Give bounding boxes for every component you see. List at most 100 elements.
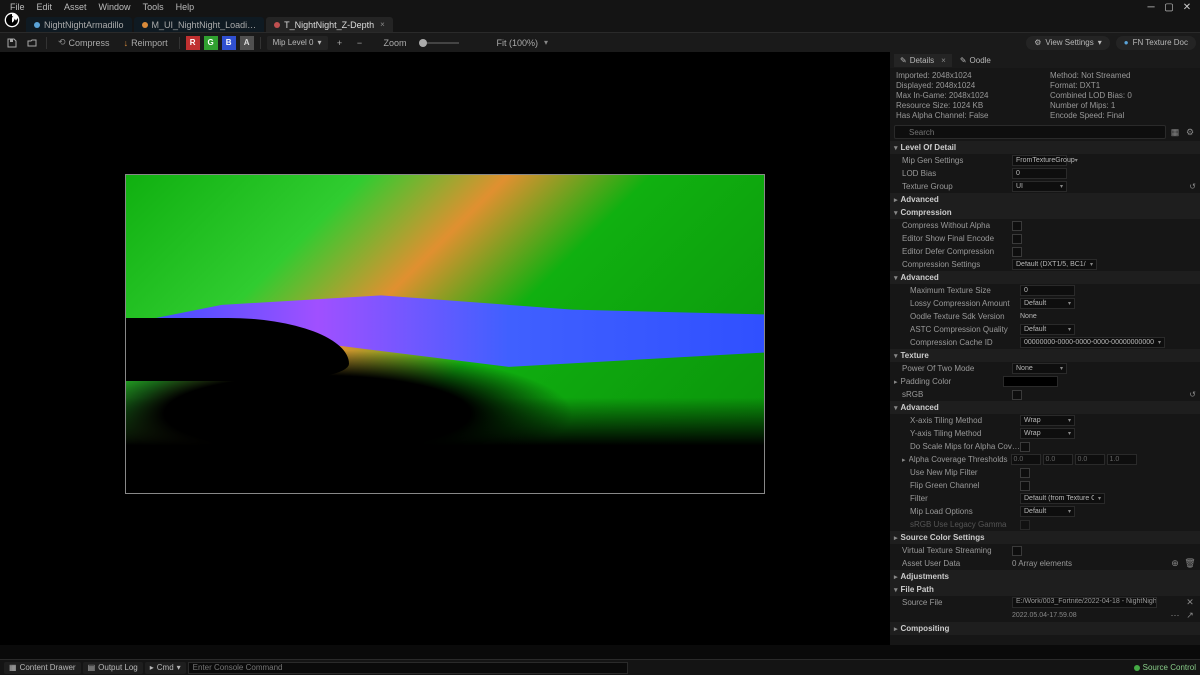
reset-icon[interactable]: ↺ <box>1189 182 1196 191</box>
cwa-checkbox[interactable] <box>1012 221 1022 231</box>
flipgreen-checkbox[interactable] <box>1020 481 1030 491</box>
userdata-count: 0 Array elements <box>1012 559 1072 568</box>
texture-viewport[interactable] <box>0 52 890 645</box>
vts-checkbox[interactable] <box>1012 546 1022 556</box>
chevron-down-icon[interactable]: ▾ <box>544 38 548 47</box>
close-button[interactable]: ✕ <box>1180 1 1194 13</box>
prop-label: Flip Green Channel <box>910 481 1020 490</box>
padding-color-picker[interactable] <box>1003 376 1058 387</box>
category-compositing[interactable]: ▸Compositing <box>890 622 1200 635</box>
category-advanced[interactable]: ▸Advanced <box>890 193 1200 206</box>
channel-b-toggle[interactable]: B <box>222 36 236 50</box>
filter-dropdown[interactable]: Default (from Texture Group)▾ <box>1020 493 1105 504</box>
console-input[interactable] <box>188 662 628 674</box>
menu-help[interactable]: Help <box>172 2 199 12</box>
stat-resource: Resource Size: 1024 KB <box>896 101 1040 110</box>
clear-icon[interactable]: ✕ <box>1184 597 1196 609</box>
tab-oodle[interactable]: ✎Oodle <box>954 54 997 67</box>
category-filepath[interactable]: ▾File Path <box>890 583 1200 596</box>
browse-icon[interactable]: ⋯ <box>1169 610 1181 622</box>
source-control-button[interactable]: Source Control <box>1134 663 1196 672</box>
tab-label: T_NightNight_Z-Depth <box>284 20 374 30</box>
category-texture[interactable]: ▾Texture <box>890 349 1200 362</box>
mipgen-dropdown[interactable]: FromTextureGroup▾ <box>1012 155 1067 166</box>
close-icon[interactable]: × <box>380 20 385 29</box>
cmd-dropdown[interactable]: ▸Cmd▾ <box>145 662 186 674</box>
tab-material[interactable]: M_UI_NightNight_Loadi… <box>134 17 265 32</box>
alphacov-0[interactable]: 0.0 <box>1011 454 1041 465</box>
menu-asset[interactable]: Asset <box>60 2 91 12</box>
reimport-button[interactable]: ↓Reimport <box>119 36 173 50</box>
prop-label: Compression Settings <box>902 260 1012 269</box>
browse-button[interactable] <box>24 36 40 50</box>
maxtex-input[interactable] <box>1020 285 1075 296</box>
tab-details[interactable]: ✎Details× <box>894 54 952 67</box>
category-advanced[interactable]: ▾Advanced <box>890 271 1200 284</box>
srgb-checkbox[interactable] <box>1012 390 1022 400</box>
stat-displayed: Displayed: 2048x1024 <box>896 81 1040 90</box>
astc-dropdown[interactable]: Default▾ <box>1020 324 1075 335</box>
prop-label: Editor Defer Compression <box>902 247 1012 256</box>
zoom-slider[interactable] <box>419 42 459 44</box>
view-settings-dropdown[interactable]: ⚙View Settings▾ <box>1026 36 1110 50</box>
tab-level[interactable]: NightNightArmadillo <box>26 17 132 32</box>
add-icon[interactable]: ⊕ <box>1169 558 1181 570</box>
alphacov-3[interactable]: 1.0 <box>1107 454 1137 465</box>
menu-window[interactable]: Window <box>95 2 135 12</box>
xtiling-dropdown[interactable]: Wrap▾ <box>1020 415 1075 426</box>
reset-icon[interactable]: ↺ <box>1189 390 1196 399</box>
close-icon[interactable]: × <box>941 56 946 65</box>
prop-label: Compress Without Alpha <box>902 221 1012 230</box>
mip-plus-button[interactable]: + <box>332 36 348 50</box>
texgroup-dropdown[interactable]: UI▾ <box>1012 181 1067 192</box>
alphacov-2[interactable]: 0.0 <box>1075 454 1105 465</box>
csettings-dropdown[interactable]: Default (DXT1/5, BC1/3 on DX11)▾ <box>1012 259 1097 270</box>
compress-button[interactable]: ⟲Compress <box>53 36 115 50</box>
prop-label: Y-axis Tiling Method <box>910 429 1020 438</box>
category-compression[interactable]: ▾Compression <box>890 206 1200 219</box>
globe-icon: ● <box>1124 38 1129 47</box>
menu-edit[interactable]: Edit <box>33 2 57 12</box>
texture-doc-link[interactable]: ●FN Texture Doc <box>1116 36 1196 50</box>
miploadopt-dropdown[interactable]: Default▾ <box>1020 506 1075 517</box>
edc-checkbox[interactable] <box>1012 247 1022 257</box>
maximize-button[interactable]: ▢ <box>1162 1 1176 13</box>
mip-minus-button[interactable]: − <box>352 36 368 50</box>
prop-label: Asset User Data <box>902 559 1012 568</box>
mip-level-dropdown[interactable]: Mip Level 0▾ <box>267 36 328 50</box>
legacy-checkbox[interactable] <box>1020 520 1030 530</box>
menu-file[interactable]: File <box>6 2 29 12</box>
category-lod[interactable]: ▾Level Of Detail <box>890 141 1200 154</box>
pencil-icon: ✎ <box>960 56 967 65</box>
minimize-button[interactable]: ─ <box>1144 1 1158 13</box>
po2-dropdown[interactable]: None▾ <box>1012 363 1067 374</box>
lodbias-input[interactable] <box>1012 168 1067 179</box>
status-dot-icon <box>1134 665 1140 671</box>
search-input[interactable] <box>894 125 1166 139</box>
prop-label: Use New Mip Filter <box>910 468 1020 477</box>
filter-icon[interactable]: ▦ <box>1169 126 1181 138</box>
save-button[interactable] <box>4 36 20 50</box>
cacheid-field[interactable]: 00000000-0000-0000-0000-000000000000▾ <box>1020 337 1165 348</box>
doscale-checkbox[interactable] <box>1020 442 1030 452</box>
menu-tools[interactable]: Tools <box>139 2 168 12</box>
output-log-button[interactable]: ▤Output Log <box>83 662 143 674</box>
category-advanced[interactable]: ▾Advanced <box>890 401 1200 414</box>
content-drawer-button[interactable]: ▦Content Drawer <box>4 662 81 674</box>
channel-g-toggle[interactable]: G <box>204 36 218 50</box>
category-srccolor[interactable]: ▸Source Color Settings <box>890 531 1200 544</box>
tab-texture[interactable]: T_NightNight_Z-Depth × <box>266 17 393 32</box>
prop-label: Virtual Texture Streaming <box>902 546 1012 555</box>
lossy-dropdown[interactable]: Default▾ <box>1020 298 1075 309</box>
open-icon[interactable]: ↗ <box>1184 610 1196 622</box>
trash-icon[interactable]: 🗑 <box>1184 558 1196 570</box>
gear-icon[interactable]: ⚙ <box>1184 126 1196 138</box>
channel-r-toggle[interactable]: R <box>186 36 200 50</box>
newmip-checkbox[interactable] <box>1020 468 1030 478</box>
category-adjustments[interactable]: ▸Adjustments <box>890 570 1200 583</box>
channel-a-toggle[interactable]: A <box>240 36 254 50</box>
alphacov-1[interactable]: 0.0 <box>1043 454 1073 465</box>
ytiling-dropdown[interactable]: Wrap▾ <box>1020 428 1075 439</box>
sourcefile-path[interactable]: E:/Work/003_Fortnite/2022-04-18 - NightN… <box>1012 597 1157 608</box>
esfe-checkbox[interactable] <box>1012 234 1022 244</box>
